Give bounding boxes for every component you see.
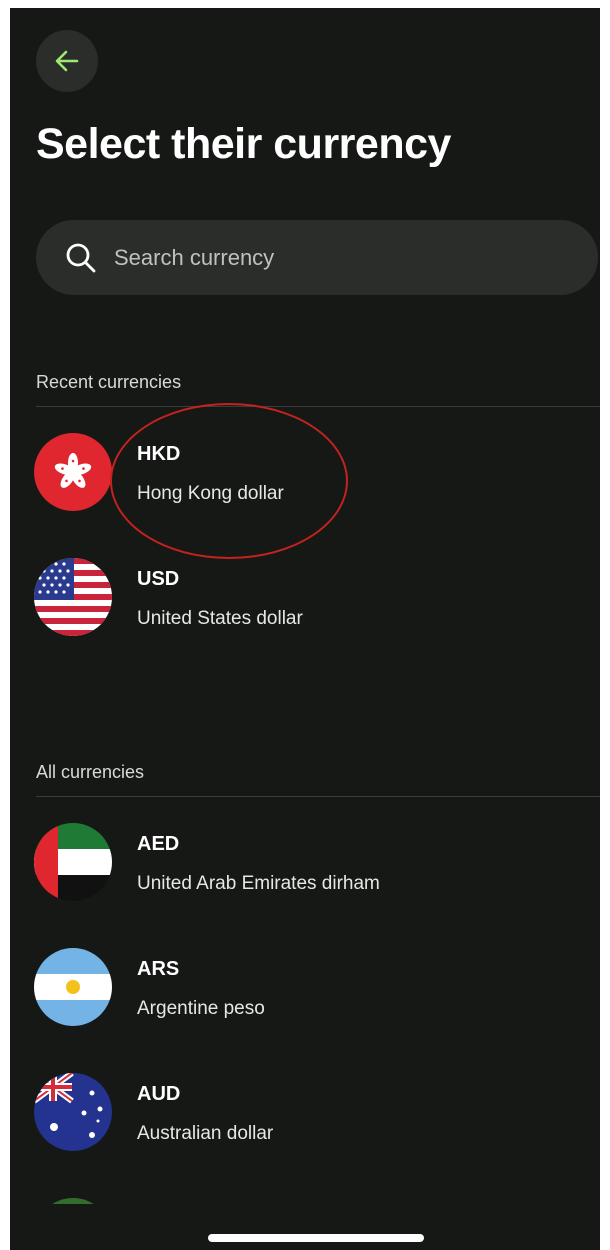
currency-name: United States dollar bbox=[137, 608, 303, 629]
currency-row-ars[interactable]: ARS Argentine peso bbox=[34, 948, 594, 1032]
currency-code: HKD bbox=[137, 443, 181, 465]
all-currencies-label: All currencies bbox=[36, 762, 145, 782]
divider bbox=[36, 406, 600, 407]
currency-code: AED bbox=[137, 833, 180, 855]
search-bar[interactable] bbox=[36, 220, 598, 295]
arrow-left-icon bbox=[55, 50, 79, 72]
argentina-flag-icon bbox=[34, 948, 112, 1026]
bottom-fade bbox=[10, 1204, 600, 1250]
currency-name: Australian dollar bbox=[137, 1123, 274, 1144]
currency-code: ARS bbox=[137, 958, 180, 980]
uae-flag-icon bbox=[34, 823, 112, 901]
currency-code: USD bbox=[137, 568, 180, 590]
currency-select-screen: Select their currency Recent currencies bbox=[10, 8, 600, 1250]
recent-currencies-label: Recent currencies bbox=[36, 372, 182, 392]
currency-row-usd[interactable]: USD United States dollar bbox=[34, 558, 594, 642]
home-indicator[interactable] bbox=[208, 1234, 424, 1242]
currency-row-hkd[interactable]: HKD Hong Kong dollar bbox=[34, 433, 594, 517]
currency-row-aud[interactable]: AUD Australian dollar bbox=[34, 1073, 594, 1157]
currency-name: Hong Kong dollar bbox=[137, 483, 284, 504]
currency-row-aed[interactable]: AED United Arab Emirates dirham bbox=[34, 823, 594, 907]
hong-kong-flag-icon bbox=[34, 433, 112, 511]
currency-code: AUD bbox=[137, 1083, 181, 1105]
currency-name: Argentine peso bbox=[137, 998, 265, 1019]
page-title: Select their currency bbox=[36, 120, 451, 168]
search-input[interactable] bbox=[112, 243, 598, 272]
back-button[interactable] bbox=[36, 30, 98, 92]
currency-name: United Arab Emirates dirham bbox=[137, 873, 380, 894]
usa-flag-icon bbox=[34, 558, 112, 636]
search-icon bbox=[66, 243, 96, 272]
divider bbox=[36, 796, 600, 797]
australia-flag-icon bbox=[34, 1073, 112, 1151]
